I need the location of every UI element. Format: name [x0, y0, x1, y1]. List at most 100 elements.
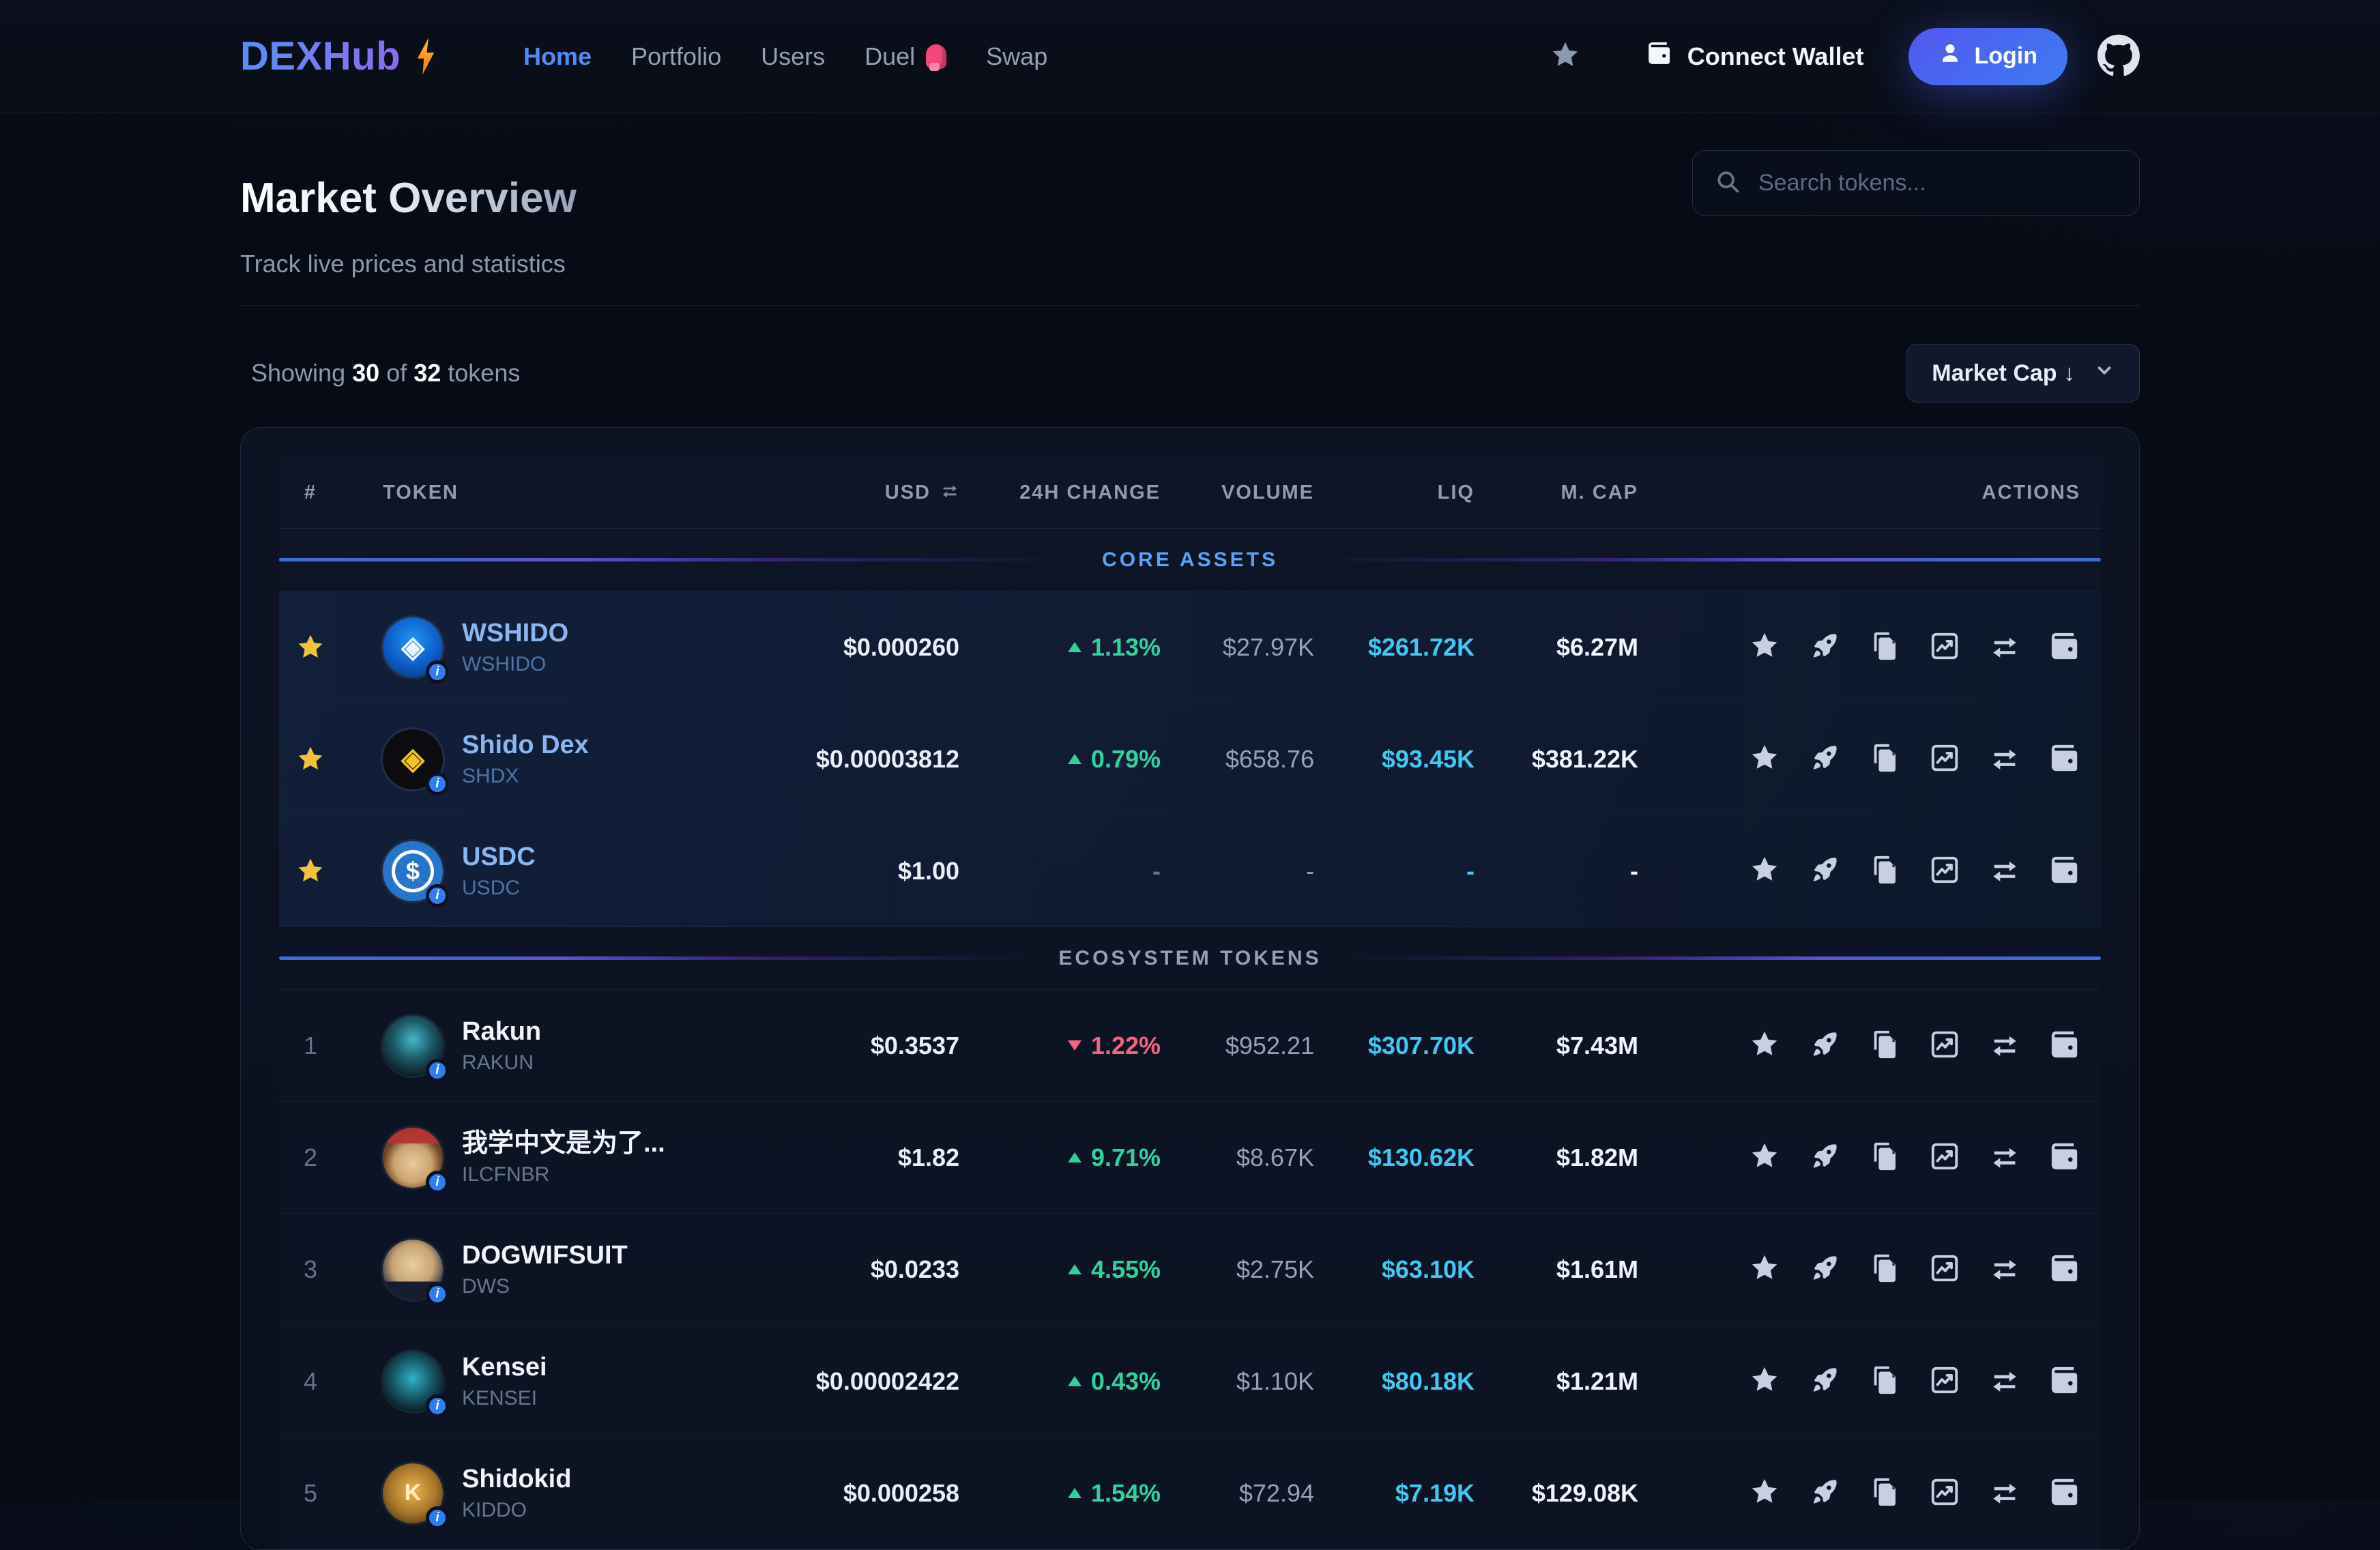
- swap-button[interactable]: [1989, 1364, 2020, 1398]
- favorite-toggle-button[interactable]: [1749, 1364, 1780, 1398]
- swap-button[interactable]: [1989, 1253, 2020, 1286]
- favorite-toggle-button[interactable]: [1749, 742, 1780, 776]
- table-header-row: # TOKEN USD 24H CHANGE VOLUME LIQ M. CAP…: [279, 458, 2101, 529]
- token-row-ilcfnbr[interactable]: 2i我学中文是为了...ILCFNBR$1.829.71%$8.67K$130.…: [279, 1102, 2101, 1214]
- favorite-toggle-button[interactable]: [1749, 854, 1780, 888]
- connect-wallet-button[interactable]: Connect Wallet: [1646, 40, 1864, 72]
- chart-button[interactable]: [1929, 854, 1960, 888]
- boost-button[interactable]: [1809, 1253, 1840, 1286]
- boost-button[interactable]: [1809, 630, 1840, 664]
- boost-button[interactable]: [1809, 1141, 1840, 1174]
- favorite-star[interactable]: [279, 744, 342, 774]
- wallet-button[interactable]: [2049, 1141, 2080, 1174]
- favorite-toggle-button[interactable]: [1749, 630, 1780, 664]
- copy-address-button[interactable]: [1869, 1253, 1900, 1286]
- copy-address-button[interactable]: [1869, 1141, 1900, 1174]
- token-row-wshido[interactable]: ◈iWSHIDOWSHIDO$0.0002601.13%$27.97K$261.…: [279, 591, 2101, 703]
- token-row-usdc[interactable]: $iUSDCUSDC$1.00----: [279, 815, 2101, 927]
- header-actions: ACTIONS: [1638, 482, 2101, 504]
- copy-address-button[interactable]: [1869, 742, 1900, 776]
- chart-icon: [1929, 1364, 1960, 1398]
- copy-address-button[interactable]: [1869, 630, 1900, 664]
- boost-button[interactable]: [1809, 1029, 1840, 1062]
- chart-button[interactable]: [1929, 1141, 1960, 1174]
- token-symbol: KIDDO: [462, 1499, 571, 1522]
- wallet-icon: [2049, 1476, 2080, 1510]
- token-symbol: USDC: [462, 877, 536, 900]
- token-liquidity: $63.10K: [1314, 1255, 1475, 1284]
- favorite-toggle-button[interactable]: [1749, 1253, 1780, 1286]
- swap-button[interactable]: [1989, 742, 2020, 776]
- token-row-dws[interactable]: 3iDOGWIFSUITDWS$0.02334.55%$2.75K$63.10K…: [279, 1214, 2101, 1326]
- header-usd[interactable]: USD: [734, 481, 959, 506]
- wallet-button[interactable]: [2049, 1476, 2080, 1510]
- favorite-toggle-button[interactable]: [1749, 1029, 1780, 1062]
- change-value: -: [1152, 857, 1161, 886]
- token-liquidity: $93.45K: [1314, 745, 1475, 774]
- star-icon: [1749, 854, 1780, 888]
- boost-button[interactable]: [1809, 1476, 1840, 1510]
- nav-item-swap[interactable]: Swap: [986, 42, 1047, 71]
- github-button[interactable]: [2098, 34, 2140, 78]
- swap-button[interactable]: [1989, 854, 2020, 888]
- login-button[interactable]: Login: [1909, 28, 2067, 85]
- copy-address-button[interactable]: [1869, 1364, 1900, 1398]
- change-up-arrow-icon: [1068, 1152, 1082, 1162]
- nav-item-portfolio[interactable]: Portfolio: [631, 42, 721, 71]
- page-subtitle: Track live prices and statistics: [240, 250, 577, 278]
- sort-select[interactable]: Market Cap ↓: [1906, 344, 2140, 403]
- market-table: # TOKEN USD 24H CHANGE VOLUME LIQ M. CAP…: [279, 458, 2101, 1549]
- nav-item-duel[interactable]: Duel: [865, 42, 946, 71]
- copy-address-button[interactable]: [1869, 854, 1900, 888]
- list-controls: Showing 30 of 32 tokens Market Cap ↓: [240, 344, 2140, 403]
- chart-button[interactable]: [1929, 1364, 1960, 1398]
- favorite-toggle-button[interactable]: [1749, 1476, 1780, 1510]
- favorites-star-button[interactable]: [1550, 40, 1581, 73]
- token-row-kiddo[interactable]: 5KiShidokidKIDDO$0.0002581.54%$72.94$7.1…: [279, 1437, 2101, 1549]
- chart-button[interactable]: [1929, 1029, 1960, 1062]
- nav-item-home[interactable]: Home: [523, 42, 592, 71]
- section-label: CORE ASSETS: [1102, 549, 1278, 572]
- search-input[interactable]: [1757, 169, 2117, 197]
- token-row-rakun[interactable]: 1iRakunRAKUN$0.35371.22%$952.21$307.70K$…: [279, 990, 2101, 1102]
- favorite-star[interactable]: [279, 632, 342, 662]
- wallet-button[interactable]: [2049, 1029, 2080, 1062]
- boost-button[interactable]: [1809, 742, 1840, 776]
- section-line-right: [1352, 956, 2101, 960]
- swap-button[interactable]: [1989, 1141, 2020, 1174]
- total-count: 32: [413, 359, 441, 387]
- wallet-button[interactable]: [2049, 1364, 2080, 1398]
- wallet-button[interactable]: [2049, 1253, 2080, 1286]
- copy-address-button[interactable]: [1869, 1029, 1900, 1062]
- chart-button[interactable]: [1929, 742, 1960, 776]
- swap-icon: [1989, 1253, 2020, 1286]
- swap-currency-icon: [940, 481, 959, 506]
- token-marketcap: $6.27M: [1475, 633, 1638, 662]
- token-text: WSHIDOWSHIDO: [462, 619, 568, 676]
- token-change: 1.54%: [959, 1479, 1161, 1508]
- copy-address-button[interactable]: [1869, 1476, 1900, 1510]
- wallet-button[interactable]: [2049, 742, 2080, 776]
- favorite-star[interactable]: [279, 856, 342, 886]
- wallet-button[interactable]: [2049, 630, 2080, 664]
- token-row-kensei[interactable]: 4iKenseiKENSEI$0.000024220.43%$1.10K$80.…: [279, 1326, 2101, 1437]
- boost-button[interactable]: [1809, 1364, 1840, 1398]
- boost-button[interactable]: [1809, 854, 1840, 888]
- wallet-button[interactable]: [2049, 854, 2080, 888]
- token-cell: $iUSDCUSDC: [342, 841, 734, 901]
- swap-button[interactable]: [1989, 1029, 2020, 1062]
- star-icon: [1749, 630, 1780, 664]
- swap-button[interactable]: [1989, 630, 2020, 664]
- info-badge-icon: i: [426, 1171, 449, 1194]
- nav-item-users[interactable]: Users: [761, 42, 825, 71]
- rank-number: 2: [279, 1143, 342, 1172]
- chart-button[interactable]: [1929, 1253, 1960, 1286]
- chart-button[interactable]: [1929, 630, 1960, 664]
- favorite-toggle-button[interactable]: [1749, 1141, 1780, 1174]
- token-name: DOGWIFSUIT: [462, 1241, 628, 1270]
- token-row-shdx[interactable]: ◈iShido DexSHDX$0.000038120.79%$658.76$9…: [279, 703, 2101, 815]
- chart-button[interactable]: [1929, 1476, 1960, 1510]
- swap-button[interactable]: [1989, 1476, 2020, 1510]
- main-content: Market Overview Track live prices and st…: [0, 113, 2380, 1550]
- info-badge-icon: i: [426, 660, 449, 684]
